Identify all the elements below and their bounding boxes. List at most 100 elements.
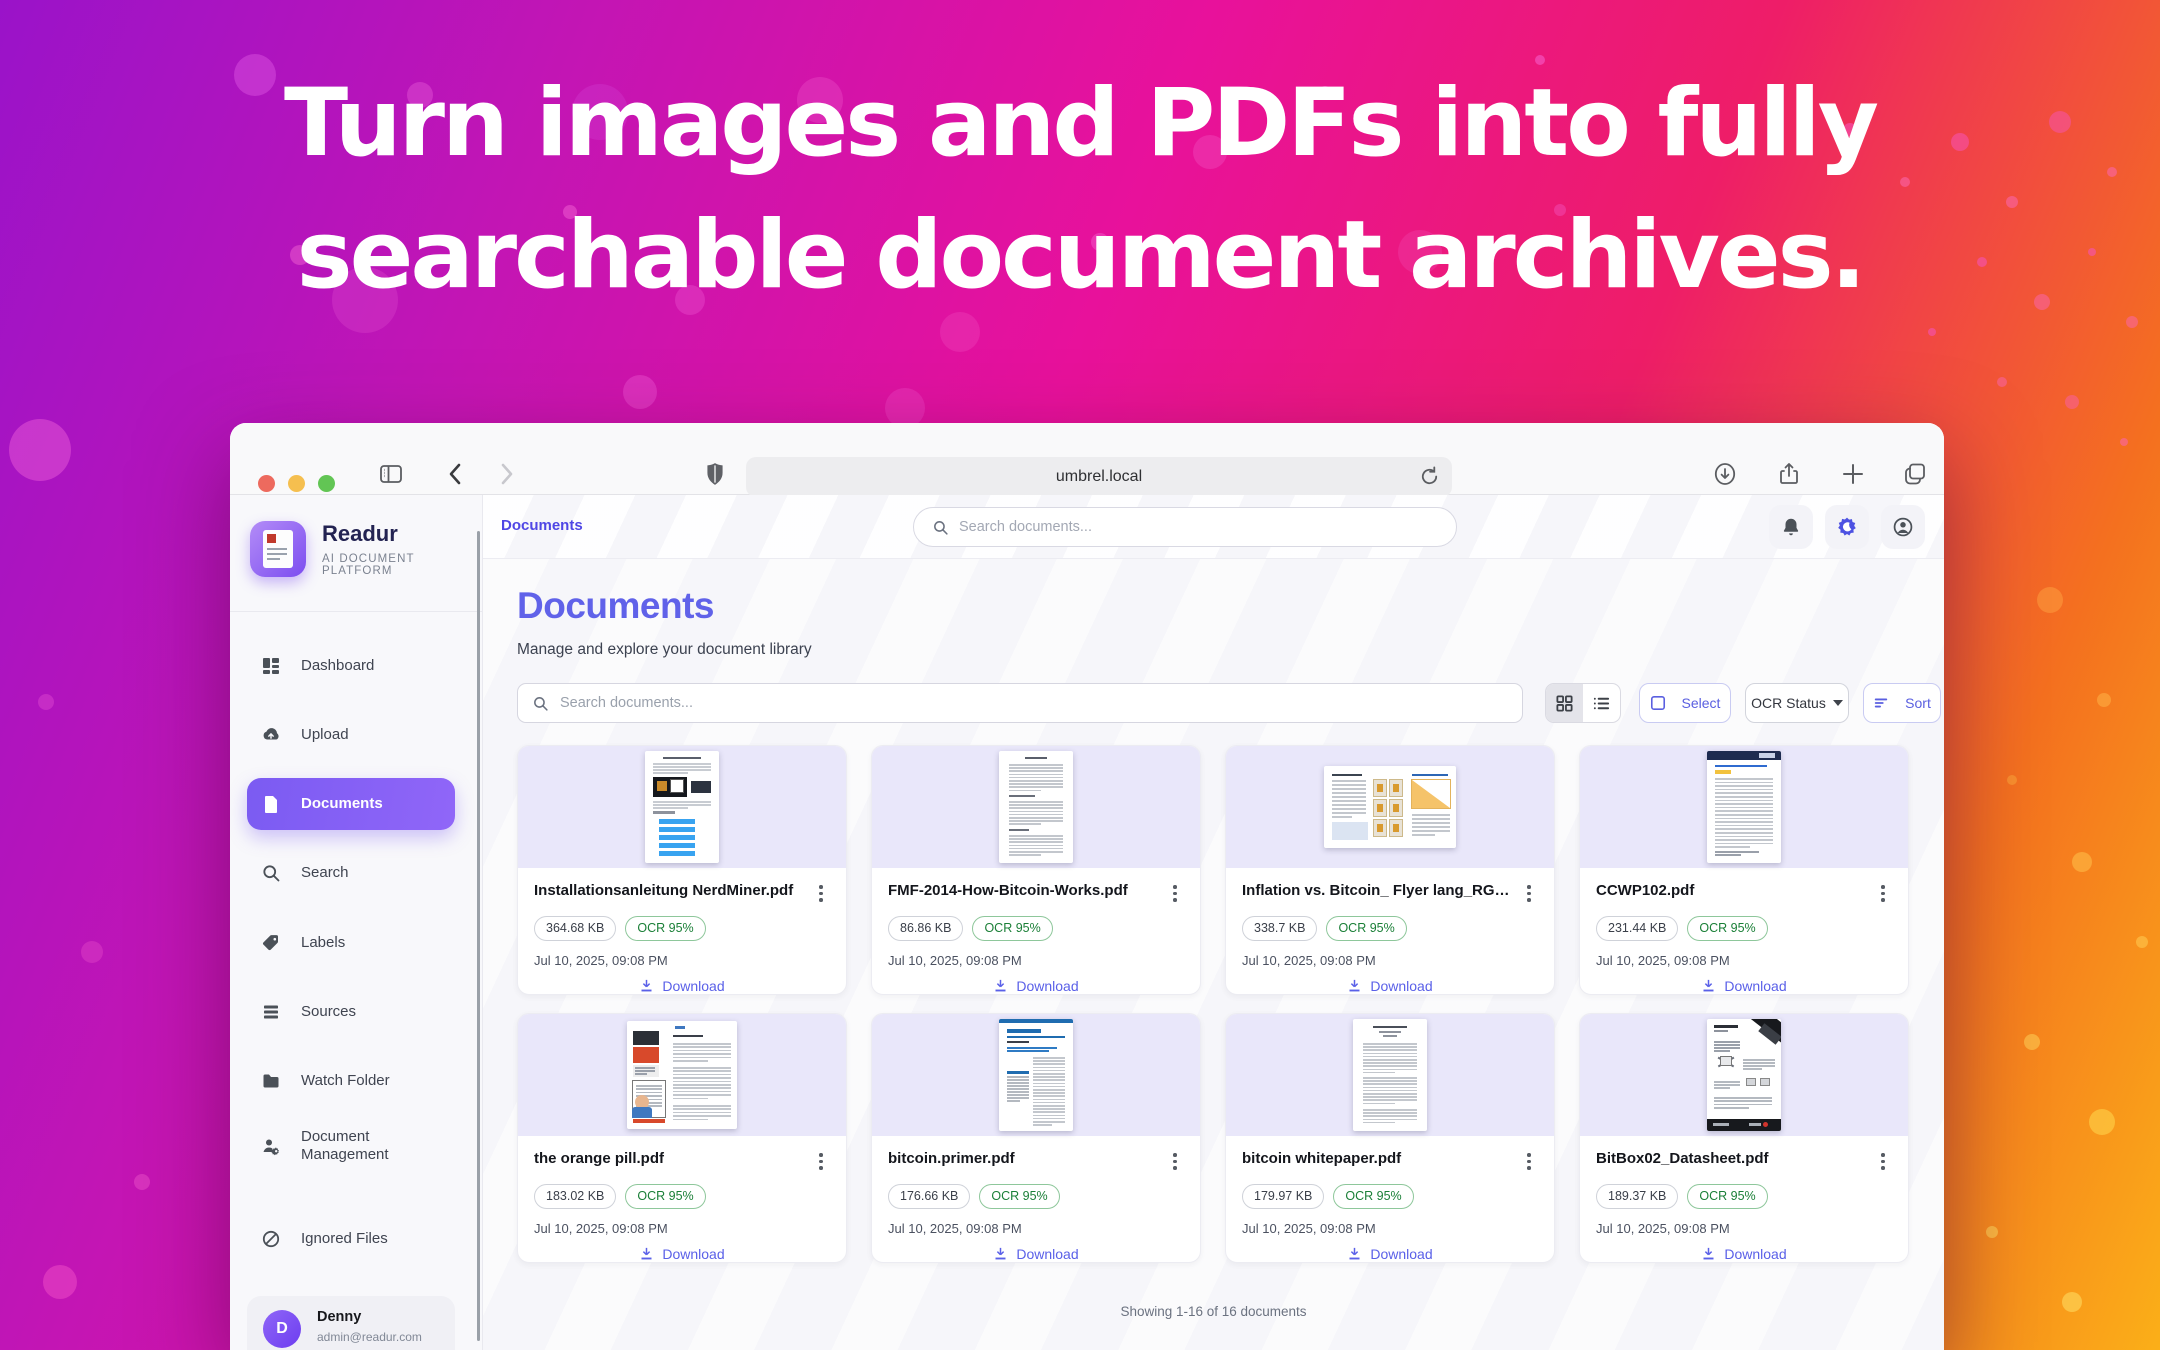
download-icon (993, 1246, 1008, 1261)
more-options-button[interactable] (1166, 882, 1184, 905)
share-icon[interactable] (1776, 461, 1802, 487)
sidebar-toggle-icon[interactable] (378, 461, 404, 487)
sidebar-item-search[interactable]: Search (247, 847, 455, 899)
document-date: Jul 10, 2025, 09:08 PM (534, 953, 830, 968)
chevron-down-icon (1833, 700, 1843, 706)
download-label: Download (662, 978, 724, 994)
sidebar-item-documents[interactable]: Documents (247, 778, 455, 830)
shield-icon[interactable] (702, 461, 728, 487)
sidebar-item-labels[interactable]: Labels (247, 917, 455, 969)
back-icon[interactable] (443, 461, 469, 487)
document-card[interactable]: BitBox02_Datasheet.pdf 189.37 KB OCR 95%… (1579, 1013, 1909, 1263)
sidebar-item-label: Search (301, 864, 349, 882)
breadcrumb[interactable]: Documents (501, 517, 583, 534)
download-button[interactable]: Download (1242, 1246, 1538, 1262)
document-name: bitcoin.primer.pdf (888, 1150, 1166, 1167)
more-options-button[interactable] (1520, 882, 1538, 905)
sidebar-item-sources[interactable]: Sources (247, 986, 455, 1038)
headline-line-1: Turn images and PDFs into fully (0, 58, 2160, 190)
more-options-button[interactable] (1520, 1150, 1538, 1173)
global-search-placeholder: Search documents... (959, 519, 1092, 535)
download-button[interactable]: Download (534, 978, 830, 994)
search-icon (532, 695, 549, 712)
close-window-button[interactable] (258, 475, 275, 492)
profile-button[interactable] (1881, 505, 1925, 549)
file-size-badge: 338.7 KB (1242, 916, 1317, 941)
document-thumbnail (518, 1014, 846, 1136)
documents-search-input[interactable]: Search documents... (517, 683, 1523, 723)
file-size-badge: 86.86 KB (888, 916, 963, 941)
cloud-upload-icon (261, 725, 281, 745)
notifications-button[interactable] (1769, 505, 1813, 549)
url-bar[interactable]: umbrel.local (746, 457, 1452, 497)
hero-headline: Turn images and PDFs into fully searchab… (0, 58, 2160, 322)
download-button[interactable]: Download (1596, 1246, 1892, 1262)
new-tab-icon[interactable] (1840, 461, 1866, 487)
sidebar-item-ignored-files[interactable]: Ignored Files (247, 1213, 455, 1265)
ocr-status-badge: OCR 95% (625, 916, 705, 941)
app-header: Documents Search documents... (483, 495, 1944, 559)
select-button[interactable]: Select (1639, 683, 1731, 723)
download-icon (1701, 978, 1716, 993)
ocr-status-badge: OCR 95% (625, 1184, 705, 1209)
download-button[interactable]: Download (534, 1246, 830, 1262)
ocr-status-badge: OCR 95% (1333, 1184, 1413, 1209)
more-options-button[interactable] (1166, 1150, 1184, 1173)
theme-toggle-button[interactable] (1825, 505, 1869, 549)
sort-button[interactable]: Sort (1863, 683, 1941, 723)
more-options-button[interactable] (1874, 882, 1892, 905)
document-date: Jul 10, 2025, 09:08 PM (534, 1221, 830, 1236)
tabs-icon[interactable] (1902, 461, 1928, 487)
sort-label: Sort (1905, 695, 1931, 711)
list-view-button[interactable] (1583, 684, 1620, 722)
ocr-status-label: OCR Status (1751, 695, 1826, 711)
ocr-status-dropdown[interactable]: OCR Status (1745, 683, 1849, 723)
document-thumbnail (1226, 1014, 1554, 1136)
downloads-icon[interactable] (1712, 461, 1738, 487)
grid-view-button[interactable] (1546, 684, 1583, 722)
documents-page: Documents Manage and explore your docume… (483, 559, 1944, 1350)
headline-line-2: searchable document archives. (0, 190, 2160, 322)
forward-icon[interactable] (493, 461, 519, 487)
reload-icon[interactable] (1418, 465, 1441, 488)
document-icon (261, 794, 281, 814)
download-button[interactable]: Download (1596, 978, 1892, 994)
sidebar-item-watch-folder[interactable]: Watch Folder (247, 1055, 455, 1107)
document-card[interactable]: bitcoin.primer.pdf 176.66 KB OCR 95% Jul… (871, 1013, 1201, 1263)
global-search-input[interactable]: Search documents... (913, 507, 1457, 547)
grid-icon (261, 656, 281, 676)
document-card[interactable]: CCWP102.pdf 231.44 KB OCR 95% Jul 10, 20… (1579, 745, 1909, 995)
download-button[interactable]: Download (888, 978, 1184, 994)
download-button[interactable]: Download (1242, 978, 1538, 994)
download-label: Download (1724, 1246, 1786, 1262)
page-subtitle: Manage and explore your document library (517, 641, 812, 659)
sidebar-item-document-management[interactable]: DocumentManagement (247, 1120, 455, 1172)
document-thumbnail (1580, 746, 1908, 868)
document-date: Jul 10, 2025, 09:08 PM (888, 1221, 1184, 1236)
sidebar-item-dashboard[interactable]: Dashboard (247, 640, 455, 692)
document-card[interactable]: the orange pill.pdf 183.02 KB OCR 95% Ju… (517, 1013, 847, 1263)
document-card[interactable]: bitcoin whitepaper.pdf 179.97 KB OCR 95%… (1225, 1013, 1555, 1263)
document-date: Jul 10, 2025, 09:08 PM (1596, 1221, 1892, 1236)
file-size-badge: 176.66 KB (888, 1184, 970, 1209)
document-card[interactable]: FMF-2014-How-Bitcoin-Works.pdf 86.86 KB … (871, 745, 1201, 995)
document-card[interactable]: Installationsanleitung NerdMiner.pdf 364… (517, 745, 847, 995)
user-card[interactable]: D Denny admin@readur.com (247, 1296, 455, 1350)
maximize-window-button[interactable] (318, 475, 335, 492)
more-options-button[interactable] (812, 1150, 830, 1173)
sidebar-scrollbar[interactable] (477, 531, 480, 1341)
sidebar-item-upload[interactable]: Upload (247, 709, 455, 761)
document-thumbnail (1580, 1014, 1908, 1136)
download-label: Download (1016, 978, 1078, 994)
app-sidebar: Readur AI DOCUMENT PLATFORM DashboardUpl… (230, 495, 483, 1350)
download-button[interactable]: Download (888, 1246, 1184, 1262)
ocr-status-badge: OCR 95% (1326, 916, 1406, 941)
minimize-window-button[interactable] (288, 475, 305, 492)
tag-icon (261, 933, 281, 953)
more-options-button[interactable] (1874, 1150, 1892, 1173)
download-label: Download (662, 1246, 724, 1262)
browser-window: umbrel.local Readur AI DOCUMENT PLATFORM… (230, 423, 1944, 1350)
document-card[interactable]: Inflation vs. Bitcoin_ Flyer lang_RGB.pd… (1225, 745, 1555, 995)
more-options-button[interactable] (812, 882, 830, 905)
document-date: Jul 10, 2025, 09:08 PM (1596, 953, 1892, 968)
